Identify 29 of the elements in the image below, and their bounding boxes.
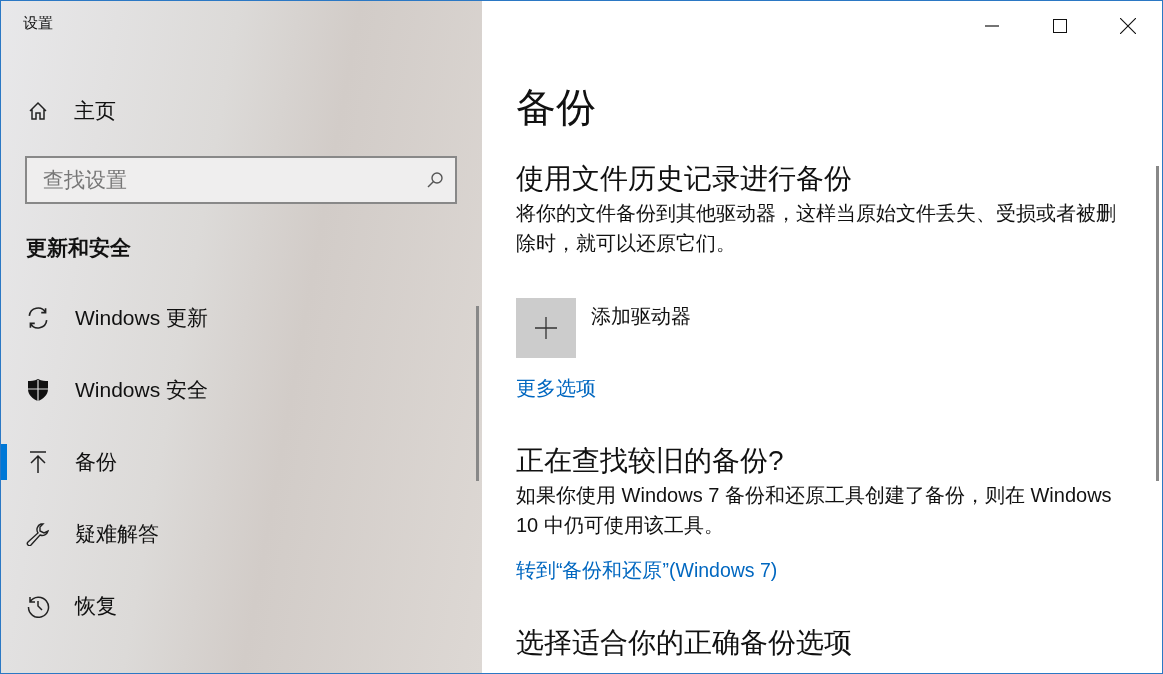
section-heading: 选择适合你的正确备份选项 bbox=[516, 626, 853, 660]
nav-item[interactable]: 疑难解答 bbox=[1, 498, 482, 570]
home-icon bbox=[28, 101, 48, 121]
nav-item[interactable]: 恢复 bbox=[1, 570, 482, 642]
close-icon bbox=[1120, 18, 1136, 34]
link[interactable]: 更多选项 bbox=[516, 372, 596, 404]
plus-icon bbox=[534, 316, 558, 340]
section-description: 将你的文件备份到其他驱动器，这样当原始文件丢失、受损或者被删除时，就可以还原它们。 bbox=[516, 201, 1117, 256]
section-title: 更新和安全 bbox=[26, 235, 132, 261]
section-heading: 使用文件历史记录进行备份 bbox=[516, 162, 853, 196]
nav-item[interactable]: Windows 更新 bbox=[1, 282, 482, 354]
history-icon bbox=[25, 594, 51, 618]
search-icon bbox=[425, 170, 445, 190]
scrollbar[interactable] bbox=[476, 306, 479, 481]
page-title: 备份 bbox=[516, 84, 597, 131]
nav-item[interactable]: Windows 安全 bbox=[1, 354, 482, 426]
scrollbar[interactable] bbox=[1156, 166, 1159, 481]
nav-item[interactable]: 备份 bbox=[1, 426, 482, 498]
home-nav-item[interactable]: 主页 bbox=[28, 96, 116, 126]
maximize-icon bbox=[1053, 19, 1067, 33]
wrench-icon bbox=[25, 522, 51, 546]
window-title: 设置 bbox=[23, 14, 54, 33]
link[interactable]: 转到“备份和还原”(Windows 7) bbox=[516, 554, 778, 586]
section-description: 如果你使用 Windows 7 备份和还原工具创建了备份，则在 Windows 10 中仍可使用该工具。 bbox=[516, 483, 1113, 538]
add-drive-button[interactable] bbox=[516, 298, 576, 358]
section-heading: 正在查找较旧的备份? bbox=[516, 444, 785, 478]
add-drive-label: 添加驱动器 bbox=[591, 304, 691, 329]
shield-icon bbox=[25, 378, 51, 402]
search-field[interactable]: 查找设置 bbox=[25, 156, 457, 204]
